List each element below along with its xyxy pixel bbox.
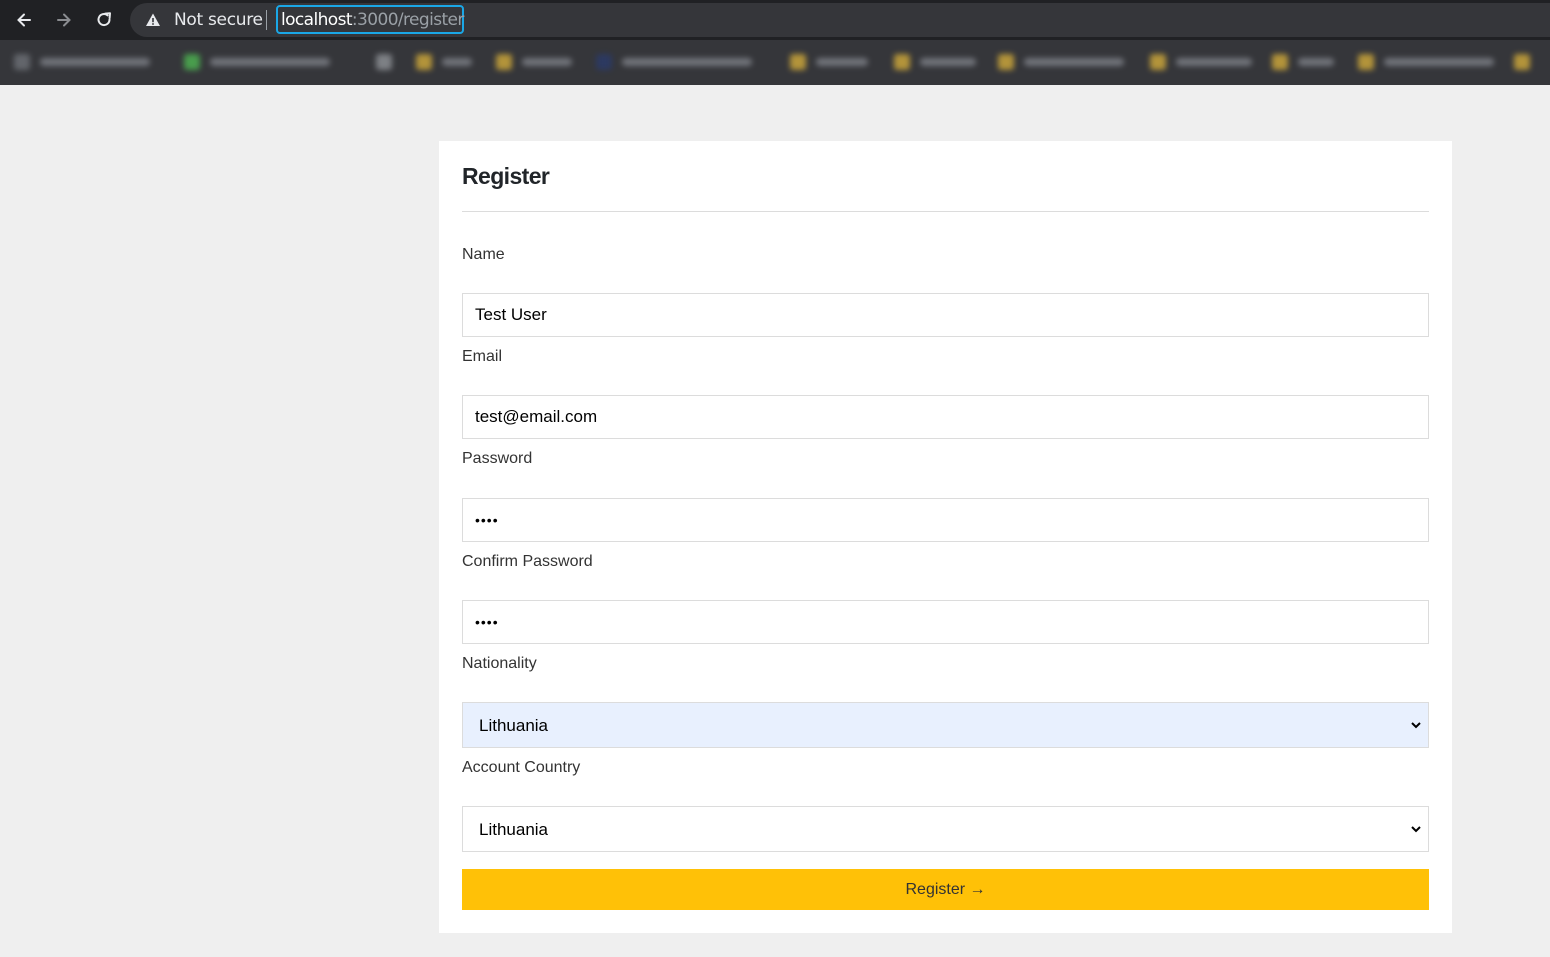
name-input[interactable] [462,293,1429,337]
account-country-selected-value: Lithuania [479,820,549,839]
chevron-down-icon [1411,722,1421,729]
bookmarks-bar [0,40,1550,85]
nationality-label: Nationality [462,655,537,672]
email-input[interactable] [462,395,1429,439]
bookmark-item[interactable] [14,53,150,71]
bookmark-item[interactable] [1514,53,1540,71]
bookmark-item[interactable] [894,53,976,71]
bookmark-item[interactable] [790,53,868,71]
browser-toolbar: Not secure localhost:3000/register [0,0,1550,40]
back-arrow-icon[interactable] [12,8,36,32]
security-status[interactable]: Not secure [174,10,263,30]
bookmark-item[interactable] [416,53,472,71]
bookmark-item[interactable] [998,53,1124,71]
name-label: Name [462,246,505,263]
account-country-label: Account Country [462,759,581,776]
bookmark-item[interactable] [496,53,572,71]
confirm-password-label: Confirm Password [462,553,593,570]
bookmark-item[interactable] [596,53,752,71]
url-path: :3000/register [351,10,464,30]
nationality-selected-value: Lithuania [479,716,549,735]
chevron-down-icon [1411,826,1421,833]
password-input[interactable] [462,498,1429,542]
confirm-password-input[interactable] [462,600,1429,644]
url-text[interactable]: localhost:3000/register [281,10,464,30]
bookmark-item[interactable] [1272,53,1334,71]
warning-icon[interactable] [145,12,161,28]
email-label: Email [462,348,503,365]
register-button[interactable]: Register → [462,869,1429,910]
address-separator [266,10,267,30]
bookmark-item[interactable] [184,53,330,71]
account-country-select[interactable]: Lithuania [462,806,1429,852]
title-divider [462,211,1429,212]
bookmark-item[interactable] [1150,53,1252,71]
reload-icon[interactable] [92,8,116,32]
password-label: Password [462,450,533,467]
url-host: localhost [281,10,353,30]
register-card: Register Name Email Password Confirm Pas… [439,141,1452,933]
bookmark-item[interactable] [376,53,402,71]
bookmark-item[interactable] [1358,53,1494,71]
page-title: Register [462,163,550,189]
forward-arrow-icon[interactable] [52,8,76,32]
nationality-select[interactable]: Lithuania [462,702,1429,748]
